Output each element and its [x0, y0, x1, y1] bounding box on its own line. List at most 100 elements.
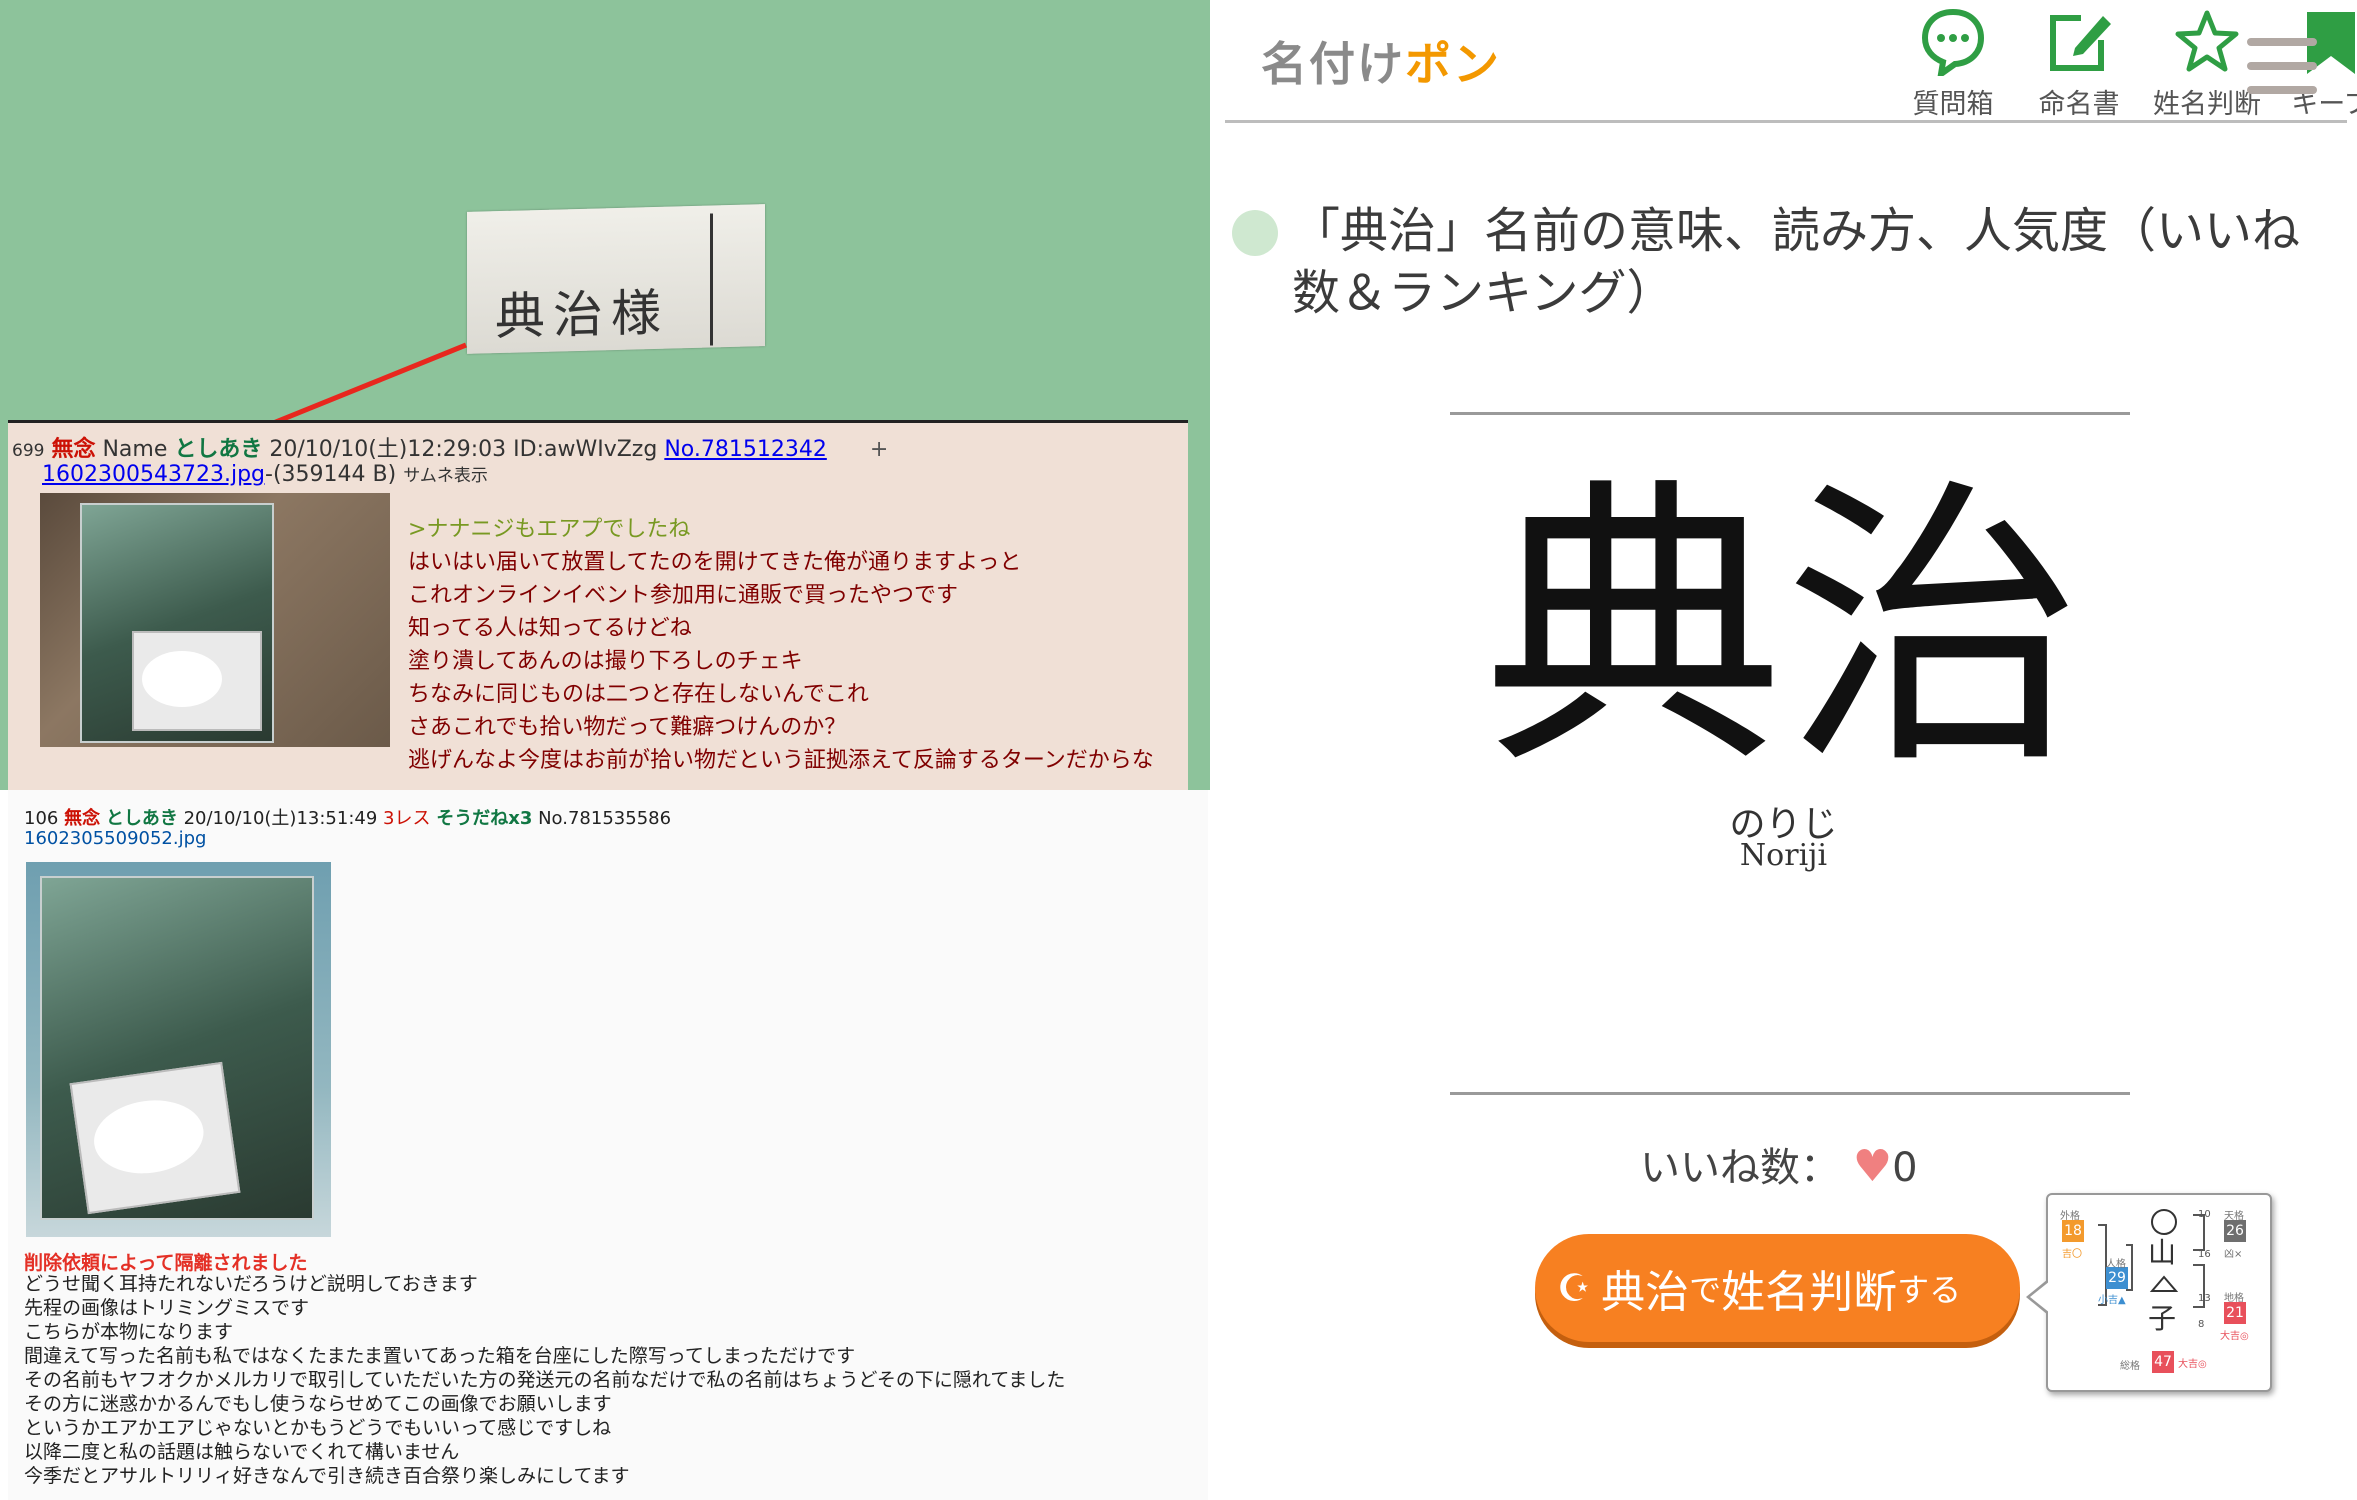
person-label: 人格: [2106, 1259, 2126, 1270]
page-title: 「典治」名前の意味、読み方、人気度（いいね数＆ランキング）: [1232, 200, 2332, 324]
post-line: はいはい届いて放置してたのを開けてきた俺が通りますよっと: [408, 550, 1022, 575]
quote-line: >ナナニジもエアプでしたね: [408, 517, 691, 542]
pen-square-icon: [2050, 15, 2111, 71]
name-judgement-button[interactable]: ☪ 典治で姓名判断 する: [1535, 1234, 2020, 1342]
top-navbar: 名付けポン 質問箱 命名書 姓名判断 キープ: [1225, 0, 2357, 123]
post-line: というかエアかエアじゃないとかもうどうでもいいって感じですしね: [24, 1417, 612, 1439]
total-fortune: 大吉◎: [2178, 1359, 2207, 1370]
post-line: 今季だとアサルトリリィ好きなんで引き続き百合祭り楽しみにしてます: [24, 1465, 630, 1487]
star-icon: [2175, 10, 2239, 72]
cheki-photo: [132, 631, 262, 731]
site-logo[interactable]: 名付けポン: [1261, 28, 1501, 94]
heart-icon[interactable]: ♥: [1853, 1141, 1892, 1192]
person-score-box: 29: [2106, 1267, 2128, 1289]
logo-accent-text: ポン: [1405, 37, 1501, 91]
post-header: 699 無念 Name としあき 20/10/10(土)12:29:03 ID:…: [12, 431, 888, 463]
post-line: 知ってる人は知ってるけどね: [408, 616, 692, 641]
collage-panel: 典治様 699 無念 Name としあき 20/10/10(土)12:29:03…: [0, 0, 1210, 1500]
heaven-label: 天格: [2224, 1211, 2244, 1222]
label-divider: [710, 213, 713, 346]
earth-label: 地格: [2224, 1293, 2244, 1304]
post-file-size: -(359144 B): [265, 462, 397, 487]
post-line: 先程の画像はトリミングミスです: [24, 1297, 310, 1319]
outer-fortune: 吉〇: [2062, 1249, 2082, 1260]
outer-label: 外格: [2060, 1211, 2080, 1222]
heaven-fortune: 凶×: [2224, 1249, 2243, 1260]
cloud-redaction: [142, 651, 222, 707]
post-line: 以降二度と私の話題は触らないでくれて構いません: [24, 1441, 460, 1463]
cropped-name-label: 典治様: [467, 204, 765, 354]
post-datetime: 20/10/10(土)13:51:49: [183, 808, 378, 829]
post-number: 699: [12, 441, 45, 461]
post-line: 逃げんなよ今度はお前が拾い物だという証拠添えて反論するターンだからな: [408, 748, 1154, 773]
post-line: その名前もヤフオクかメルカリで取引していただいた方の発送元の名前なだけで私の名前…: [24, 1369, 1066, 1391]
like-count: いいね数： ♥0: [1640, 1135, 1918, 1193]
big-name-display: 典治: [1483, 455, 2084, 804]
divider-bottom: [1450, 1092, 2130, 1095]
post-line: こちらが本物になります: [24, 1321, 234, 1343]
bubble-tail-inner: [2030, 1281, 2050, 1313]
stroke-number: 13: [2198, 1293, 2211, 1304]
page-title-text: 「典治」名前の意味、読み方、人気度（いいね数＆ランキング）: [1292, 203, 2301, 321]
reply-count[interactable]: 3レス: [383, 808, 430, 829]
moon-star-icon: ☪: [1557, 1266, 1592, 1310]
logo-main-text: 名付け: [1261, 37, 1405, 91]
post-line: さあこれでも拾い物だって難癖つけんのか？: [408, 715, 847, 740]
thumbnail-toggle[interactable]: サムネ表示: [403, 466, 488, 486]
earth-score-box: 21: [2224, 1302, 2246, 1324]
post-author: としあき: [105, 808, 178, 829]
cheki-photo: [69, 1061, 241, 1215]
post-line: ちなみに同じものは二つと存在しないんでこれ: [408, 682, 869, 707]
post-line: 塗り潰してあんのは撮り下ろしのチェキ: [408, 649, 803, 674]
post-subject: 無念: [51, 437, 96, 462]
imageboard-post-106: 106 無念 としあき 20/10/10(土)13:51:49 3レス そうだね…: [8, 790, 1208, 1500]
outer-score-box: 18: [2062, 1220, 2084, 1242]
speech-bubble-icon: [1921, 8, 1985, 76]
post-body: どうせ聞く耳持たれないだろうけど説明しておきます 先程の画像はトリミングミスです…: [24, 1272, 1065, 1488]
sodane-button[interactable]: そうだねx3: [436, 808, 532, 829]
button-name: 典治: [1601, 1267, 1690, 1318]
post-subject: 無念: [64, 808, 101, 829]
nazukepon-page: 名付けポン 質問箱 命名書 姓名判断 キープ: [1210, 0, 2357, 1500]
post-file-line: 1602300543723.jpg-(359144 B) サムネ表示: [42, 461, 488, 487]
label-text: 典治様: [495, 283, 669, 347]
like-label: いいね数：: [1640, 1145, 1840, 1191]
post-file-link[interactable]: 1602305509052.jpg: [24, 828, 206, 849]
imageboard-post-699: 699 無念 Name としあき 20/10/10(土)12:29:03 ID:…: [8, 420, 1188, 793]
total-score-box: 47: [2152, 1351, 2174, 1373]
button-action: 姓名判断: [1721, 1267, 1898, 1318]
post-line: 間違えて写った名前も私ではなくたまたま置いてあった箱を台座にした際写ってしまった…: [24, 1345, 856, 1367]
post-number: 106: [24, 808, 59, 829]
title-bullet-icon: [1232, 210, 1278, 256]
divider-top: [1450, 412, 2130, 415]
post-line: どうせ聞く耳持たれないだろうけど説明しておきます: [24, 1273, 478, 1295]
cloud-redaction: [89, 1093, 209, 1181]
post-expand-button[interactable]: +: [870, 437, 888, 462]
button-particle: で: [1689, 1271, 1722, 1309]
nav-label: 命名書: [2038, 89, 2120, 120]
nav-label: 質問箱: [1912, 89, 1994, 120]
post-no-link[interactable]: No.781512342: [664, 437, 827, 462]
person-fortune: 小吉▲: [2098, 1295, 2126, 1306]
nav-question-box[interactable]: 質問箱: [1893, 8, 2013, 121]
post-author: としあき: [174, 437, 263, 462]
post-file-link[interactable]: 1602300543723.jpg: [42, 462, 265, 487]
hamburger-menu-icon[interactable]: [2247, 38, 2317, 94]
heaven-score-box: 26: [2224, 1220, 2246, 1242]
nav-naming-certificate[interactable]: 命名書: [2019, 8, 2139, 121]
given-name-char: 子: [2148, 1302, 2177, 1335]
like-number: 0: [1892, 1145, 1918, 1191]
post-name-label: Name: [102, 437, 168, 462]
post-line: これオンラインイベント参加用に通販で買ったやつです: [408, 583, 959, 608]
post-thumbnail-image[interactable]: [40, 493, 390, 747]
total-label: 総格: [2120, 1361, 2140, 1372]
earth-fortune: 大吉◎: [2220, 1331, 2249, 1342]
stroke-number: 16: [2198, 1249, 2211, 1260]
post-datetime: 20/10/10(土)12:29:03 ID:awWIvZzg: [269, 437, 658, 462]
post-no[interactable]: No.781535586: [538, 808, 671, 829]
seimei-diagram-illustration: 18 29 26 21 47 山 子 10 16 13 8 外格 吉〇 人格 小…: [2026, 1193, 2272, 1392]
name-reading-romaji: Noriji: [1739, 838, 1828, 873]
post-thumbnail-image[interactable]: [26, 862, 331, 1237]
stroke-number: 10: [2198, 1209, 2211, 1220]
post-header: 106 無念 としあき 20/10/10(土)13:51:49 3レス そうだね…: [24, 804, 671, 830]
